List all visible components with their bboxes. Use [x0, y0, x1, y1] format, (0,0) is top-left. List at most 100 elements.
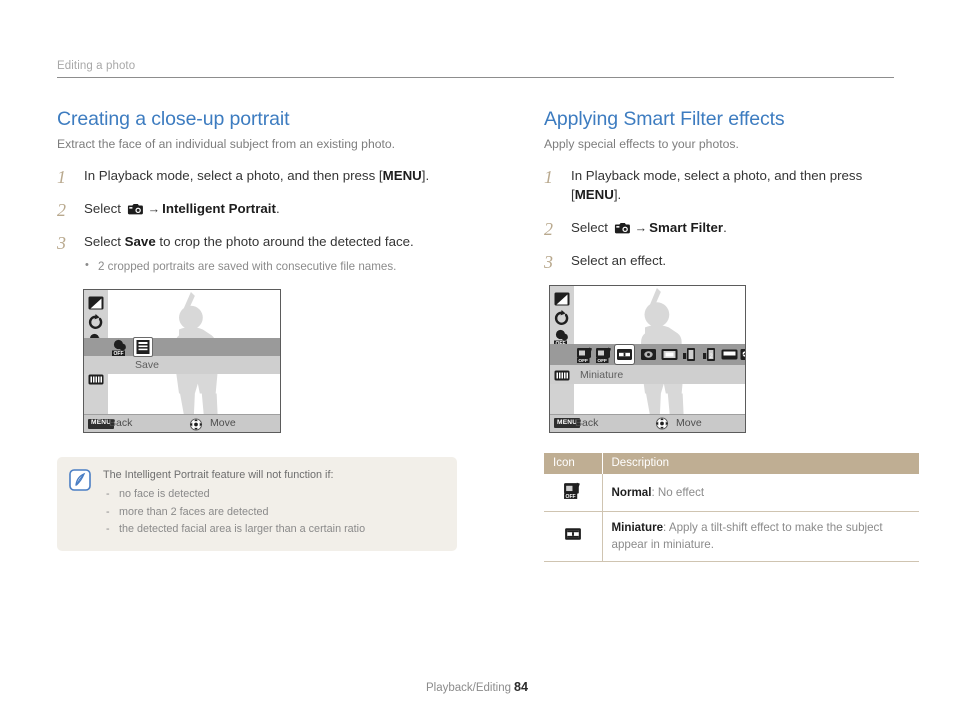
note-item: the detected facial area is larger than …: [103, 521, 445, 539]
step-bold-token: MENU: [382, 168, 422, 183]
resize-icon[interactable]: [553, 290, 572, 309]
step-text: Select: [84, 200, 125, 216]
svg-text:OFF: OFF: [565, 494, 575, 500]
note-item: no face is detected: [103, 486, 445, 504]
old-film2-icon[interactable]: 2: [701, 345, 720, 369]
effect-name: Normal: [611, 485, 652, 499]
step-number: 3: [57, 232, 66, 253]
header-divider: [57, 77, 894, 78]
note-title: The Intelligent Portrait feature will no…: [103, 469, 334, 482]
right-section-subtitle: Apply special effects to your photos.: [544, 137, 739, 151]
table-row: Miniature: Apply a tilt-shift effect to …: [544, 511, 919, 562]
lcd-preview-right: OFF OFF OFF OFF: [549, 284, 746, 433]
step-bold-token: Intelligent Portrait: [162, 200, 276, 216]
step-number: 2: [544, 218, 553, 239]
face-retouch-off-icon[interactable]: OFF: [111, 338, 130, 357]
right-step-2: 2 Select → Smart Filter.: [544, 219, 899, 239]
strip-more-arrow[interactable]: ›: [741, 349, 744, 359]
left-steps-list: 1 In Playback mode, select a photo, and …: [57, 167, 482, 275]
left-section-title: Creating a close-up portrait: [57, 108, 290, 130]
step-number: 3: [544, 251, 553, 272]
lcd-right-menu-label: Miniature: [580, 368, 624, 381]
page-footer: Playback/Editing 84: [0, 680, 954, 694]
old-film1-icon[interactable]: [681, 345, 700, 369]
half-tone-dot-icon[interactable]: [720, 345, 739, 369]
lcd-move-label: Move: [210, 417, 236, 430]
page-running-header: Editing a photo: [57, 60, 894, 78]
save-icon[interactable]: [133, 337, 153, 358]
step-text: Select: [571, 219, 612, 235]
svg-text:OFF: OFF: [578, 358, 588, 364]
footer-page-number: 84: [514, 680, 529, 694]
footer-section-label: Playback/Editing: [425, 682, 511, 694]
step-bold-token: MENU: [574, 186, 614, 202]
table-cell-icon: [544, 511, 603, 562]
note-body: The Intelligent Portrait feature will no…: [103, 468, 445, 539]
effect-name: Miniature: [611, 520, 664, 534]
lcd-right-bottom-bar: MENU Back Move: [550, 413, 745, 432]
step-text-tail: ].: [421, 168, 430, 183]
lcd-left-bottom-bar: MENU Back Move: [84, 414, 280, 433]
lcd-move-label: Move: [676, 416, 702, 429]
table-cell-icon: OFF: [544, 473, 603, 512]
right-section-title: Applying Smart Filter effects: [544, 108, 785, 130]
svg-text:OFF: OFF: [597, 358, 607, 364]
normal-off-icon: OFF: [563, 482, 583, 503]
running-header-text: Editing a photo: [57, 60, 136, 72]
normal-off-icon[interactable]: OFF: [595, 345, 614, 369]
lcd-back-label: Back: [109, 417, 133, 430]
right-column: Applying Smart Filter effects Apply spec…: [500, 108, 954, 562]
step-text: In Playback mode, select a photo, and th…: [84, 168, 383, 183]
effect-desc: : No effect: [651, 485, 705, 499]
rotate-icon[interactable]: [87, 313, 106, 332]
right-steps-list: 1 In Playback mode, select a photo, and …: [544, 167, 899, 272]
rotate-icon[interactable]: [553, 309, 572, 328]
step-text: Select an effect.: [571, 252, 667, 268]
dpad-icon: [188, 418, 204, 433]
svg-text:OFF: OFF: [114, 351, 124, 357]
bullet-item: 2 cropped portraits are saved with conse…: [84, 258, 482, 276]
note-items-list: no face is detected more than 2 faces ar…: [103, 486, 445, 539]
table-cell-description: Miniature: Apply a tilt-shift effect to …: [602, 511, 919, 562]
left-step-2: 2 Select → Intelligent Portrait.: [57, 200, 482, 220]
lcd-back-label: Back: [575, 416, 599, 429]
table-header-description: Description: [602, 452, 919, 474]
step-text-tail: to crop the photo around the detected fa…: [155, 233, 414, 249]
lcd-left-label-strip: [84, 356, 280, 375]
step-text-tail: ].: [613, 186, 622, 202]
soft-focus-icon[interactable]: [660, 345, 679, 369]
vignetting-icon[interactable]: [639, 345, 658, 369]
resize-icon[interactable]: [87, 294, 106, 313]
left-step-3-bullets: 2 cropped portraits are saved with conse…: [84, 258, 482, 276]
table-cell-description: Normal: No effect: [602, 473, 919, 512]
table-row: OFF Normal: No effect: [544, 473, 919, 512]
step-arrow: →: [147, 201, 161, 216]
note-callout-box: The Intelligent Portrait feature will no…: [57, 457, 457, 551]
step-text-tail: .: [275, 200, 280, 216]
miniature-icon[interactable]: [614, 343, 635, 365]
table-header-row: Icon Description: [544, 452, 919, 474]
left-step-1: 1 In Playback mode, select a photo, and …: [57, 167, 482, 187]
step-number: 1: [544, 167, 553, 187]
dpad-icon: [654, 417, 670, 432]
right-step-3: 3 Select an effect.: [544, 252, 899, 272]
step-bold-token: Save: [124, 233, 156, 249]
content-columns: Creating a close-up portrait Extract the…: [0, 108, 954, 562]
brightness-icon[interactable]: [553, 366, 572, 385]
step-bold-token: Smart Filter: [649, 219, 724, 235]
step-text-tail: .: [723, 219, 727, 235]
left-section-subtitle: Extract the face of an individual subjec…: [57, 137, 396, 151]
step-text: Select: [84, 233, 125, 249]
lcd-preview-left: OFF OFF OFF Save MENU Back: [83, 289, 281, 434]
smart-filter-icon-table: Icon Description OFF Normal: No effect M…: [544, 452, 919, 562]
note-pen-icon: [69, 469, 91, 492]
note-item: more than 2 faces are detected: [103, 504, 445, 522]
table-header-icon: Icon: [544, 452, 603, 474]
camera-menu-icon: [614, 221, 631, 235]
left-step-3: 3 Select Save to crop the photo around t…: [57, 233, 482, 276]
smart-filter-off-icon[interactable]: OFF: [576, 345, 595, 369]
lcd-left-menu-label: Save: [135, 359, 159, 372]
miniature-icon: [563, 527, 583, 547]
left-column: Creating a close-up portrait Extract the…: [0, 108, 500, 562]
step-arrow: →: [634, 220, 648, 235]
